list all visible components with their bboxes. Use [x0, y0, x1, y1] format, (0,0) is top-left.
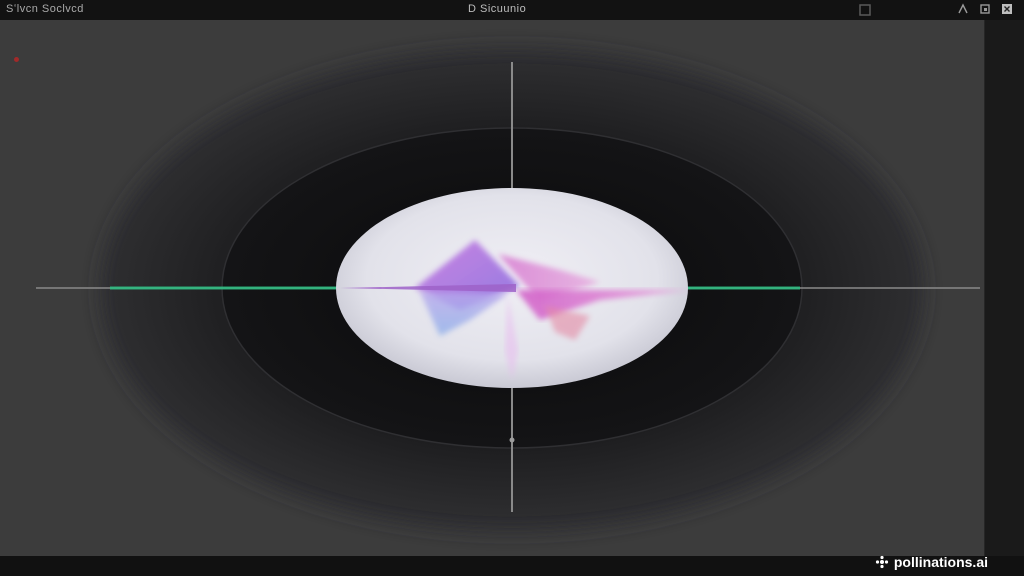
titlebar: Sʻlvcn Soclvcd D Sicuunio [0, 0, 1024, 20]
axis-marker [509, 437, 515, 443]
watermark-text: pollinations.ai [893, 554, 988, 570]
right-scroll-strip[interactable] [984, 20, 1024, 556]
square-icon[interactable] [858, 3, 872, 17]
watermark: pollinations.ai [875, 554, 988, 570]
record-indicator [14, 57, 19, 62]
document-title: D Sicuunio [468, 3, 527, 15]
layers-icon[interactable] [978, 2, 992, 16]
settings-icon[interactable] [956, 2, 970, 16]
app-title: Sʻlvcn Soclvcd [6, 3, 84, 15]
status-bar [0, 556, 1024, 576]
close-icon[interactable] [1000, 2, 1014, 16]
lens-visualization [36, 50, 980, 530]
app-window: Sʻlvcn Soclvcd D Sicuunio pollinations.a… [0, 0, 1024, 576]
pollinations-logo-icon [875, 555, 889, 569]
canvas-viewport[interactable] [0, 20, 984, 556]
window-controls [956, 2, 1014, 16]
